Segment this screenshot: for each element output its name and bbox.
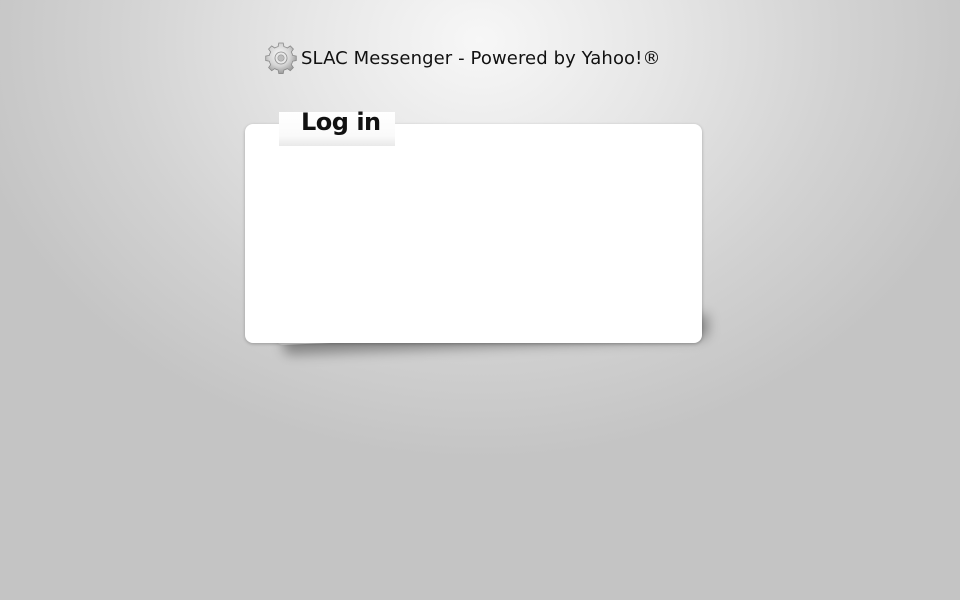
app-title: SLAC Messenger - Powered by Yahoo!® [301,47,661,69]
gear-icon [265,42,297,74]
login-tab-label: Log in [301,108,381,136]
login-form-area [245,148,702,338]
login-tab: Log in [279,108,395,146]
app-header: SLAC Messenger - Powered by Yahoo!® [263,40,661,76]
login-panel: Log in [245,108,702,343]
